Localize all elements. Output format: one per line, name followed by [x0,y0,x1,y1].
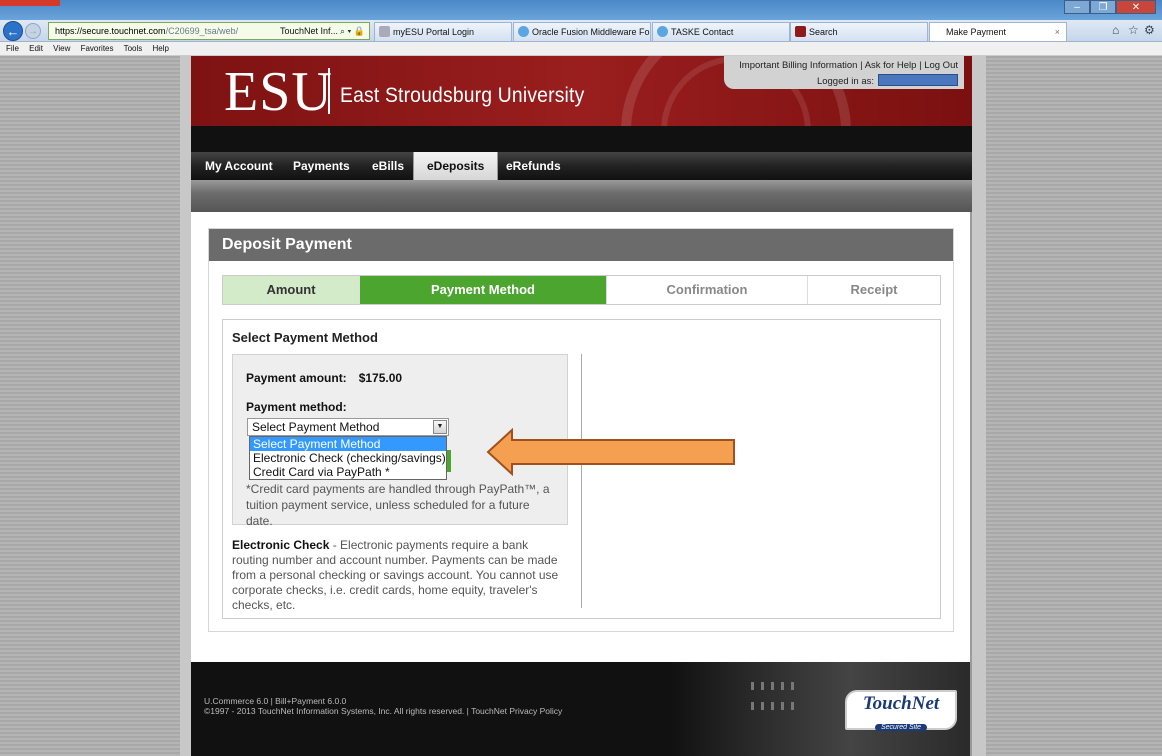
progress-steps: Amount Payment Method Confirmation Recei… [222,275,941,305]
menu-tools[interactable]: Tools [124,44,143,53]
credit-card-note: *Credit card payments are handled throug… [246,482,550,528]
touchnet-logo: TouchNet Secured Site [845,690,957,731]
ie-icon [657,26,668,37]
menu-edit[interactable]: Edit [29,44,43,53]
option-electronic-check[interactable]: Electronic Check (checking/savings) [250,451,446,465]
option-select-payment-method[interactable]: Select Payment Method [250,437,446,451]
panel-title: Deposit Payment [209,229,953,261]
back-button-icon[interactable]: ← [3,21,23,41]
payment-amount: Payment amount: $175.00 [246,371,402,385]
touchnet-logo-text: TouchNet [862,693,940,714]
esu-icon [795,26,806,37]
tab-oracle[interactable]: Oracle Fusion Middleware For... [513,22,651,41]
step-amount[interactable]: Amount [223,276,360,304]
touchnet-secured-site: Secured Site [874,724,928,731]
menu-help[interactable]: Help [153,44,169,53]
payment-method-label: Payment method: [246,400,347,414]
nav-my-account[interactable]: My Account [192,152,286,180]
tab-myesu[interactable]: myESU Portal Login [374,22,512,41]
payment-amount-label: Payment amount: [246,371,347,385]
select-value: Select Payment Method [252,420,380,434]
menu-file[interactable]: File [6,44,19,53]
window-controls: – ❐ ✕ [1064,0,1156,14]
header-links: Important Billing Information | Ask for … [724,56,964,89]
nav-ebills[interactable]: eBills [359,152,417,180]
restore-icon[interactable]: ❐ [1090,0,1116,14]
subnav-band [191,180,972,212]
option-credit-card[interactable]: Credit Card via PayPath * [250,465,446,479]
echeck-title: Electronic Check [232,538,330,552]
nav-payments[interactable]: Payments [280,152,363,180]
tab-label: Make Payment [946,27,1007,37]
favorites-star-icon[interactable]: ☆ [1128,23,1139,37]
page-background-right [986,56,1162,756]
footer-rights[interactable]: ©1997 - 2013 TouchNet Information System… [204,706,562,716]
tab-touchnet[interactable]: TouchNet Inf... [276,22,370,41]
esu-logo: ESU [224,61,333,123]
nav-erefunds[interactable]: eRefunds [493,152,574,180]
address-host: https://secure.touchnet.com [55,26,166,36]
step-payment-method: Payment Method [360,276,607,304]
close-window-icon[interactable]: ✕ [1116,0,1156,14]
continue-button[interactable] [447,450,451,472]
close-tab-icon[interactable]: × [1055,23,1060,41]
payment-method-dropdown: Select Payment Method Electronic Check (… [249,436,447,480]
logo-divider [328,68,330,114]
step-confirmation: Confirmation [607,276,808,304]
home-icon[interactable]: ⌂ [1112,23,1119,37]
titlebar-accent [0,0,60,6]
section-title: Select Payment Method [232,330,378,345]
chevron-down-icon[interactable]: ▼ [433,420,447,434]
column-divider [581,354,582,608]
tab-taske[interactable]: TASKE Contact [652,22,790,41]
window-titlebar: – ❐ ✕ [0,0,1162,20]
page-shadow-left [180,56,191,756]
university-name: East Stroudsburg University [340,84,585,107]
payment-method-select[interactable]: Select Payment Method ▼ [247,418,449,436]
log-out-link[interactable]: Log Out [924,60,958,71]
footer-copyright: U.Commerce 6.0 | Bill+Payment 6.0.0 ©199… [204,696,562,716]
step-receipt: Receipt [850,282,898,297]
electronic-check-info: Electronic Check - Electronic payments r… [232,538,562,613]
forward-button-icon[interactable]: → [25,23,41,39]
annotation-arrow-icon [486,428,735,476]
redacted-username [878,74,958,86]
payment-amount-value: $175.00 [358,371,403,385]
page-background-left [0,56,180,756]
minimize-icon[interactable]: – [1064,0,1090,14]
billing-info-link[interactable]: Important Billing Information [739,60,857,71]
tab-search[interactable]: Search [790,22,928,41]
logged-in-label: Logged in as: [816,76,874,87]
menu-favorites[interactable]: Favorites [81,44,114,53]
menu-view[interactable]: View [53,44,70,53]
main-nav: My Account Payments eBills eDeposits eRe… [191,152,972,180]
tab-label: myESU Portal Login [393,27,475,37]
tab-label: Search [809,27,838,37]
tab-label: TASKE Contact [671,27,734,37]
page-shadow-right [972,56,986,756]
ie-icon [518,26,529,37]
nav-edeposits[interactable]: eDeposits [413,152,499,180]
site-header: ESU East Stroudsburg University Importan… [191,56,972,126]
address-path: /C20699_tsa/web/ [165,26,239,36]
tab-make-payment[interactable]: Make Payment × [929,22,1067,41]
footer-version: U.Commerce 6.0 | Bill+Payment 6.0.0 [204,696,347,706]
tab-label: Oracle Fusion Middleware For... [532,27,651,37]
browser-navbar: ← → https://secure.touchnet.com/C20699_t… [0,20,1162,42]
site-footer: U.Commerce 6.0 | Bill+Payment 6.0.0 ©199… [191,662,970,756]
menubar: File Edit View Favorites Tools Help [0,42,1162,56]
page-icon [379,26,390,37]
gear-icon[interactable]: ⚙ [1144,23,1155,37]
tab-label: TouchNet Inf... [280,26,339,36]
ask-help-link[interactable]: Ask for Help [865,60,917,71]
